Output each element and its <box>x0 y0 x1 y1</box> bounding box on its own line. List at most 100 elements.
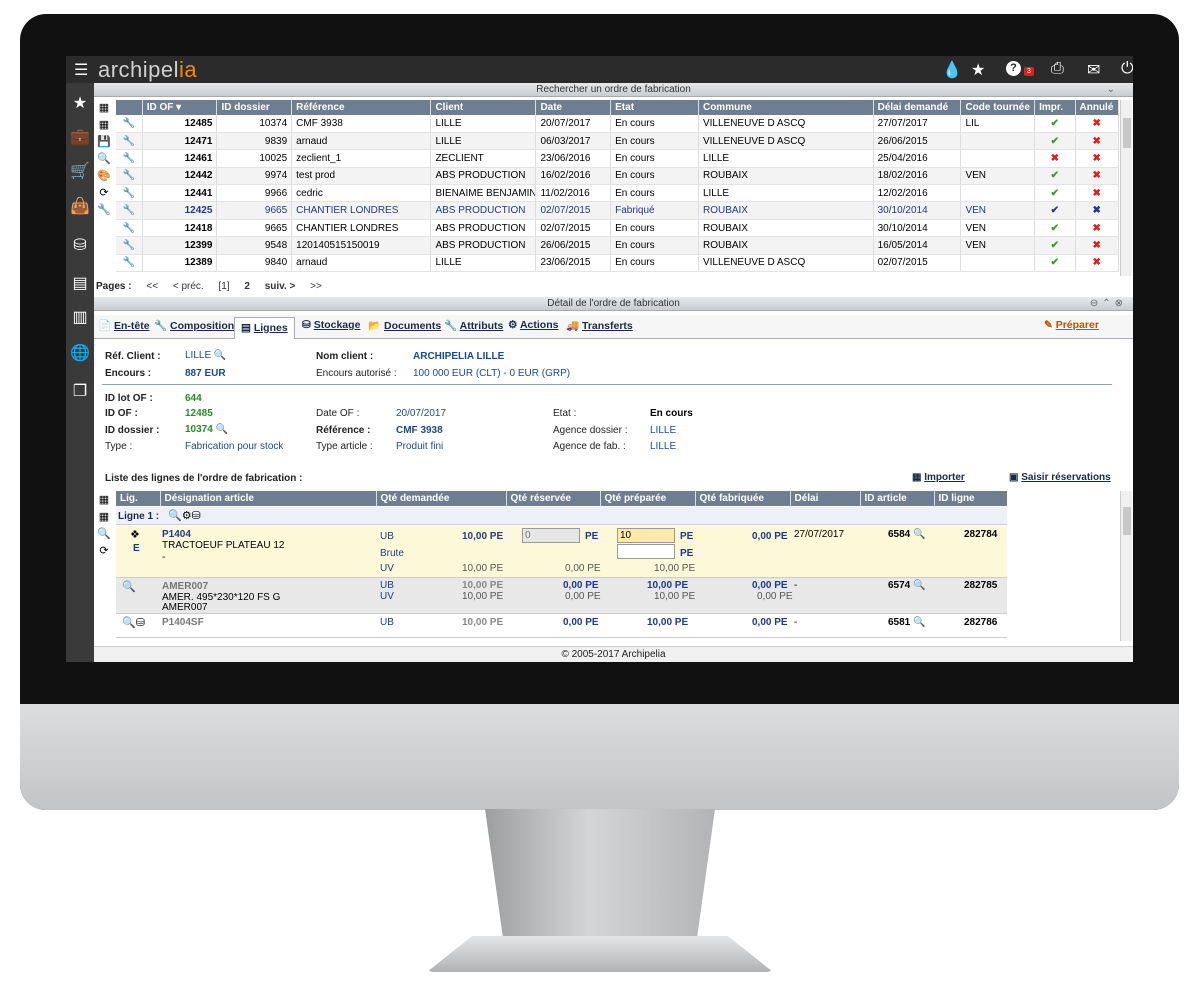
zoom-icon[interactable]: 🔍 <box>94 152 114 169</box>
refresh-icon[interactable]: ⟳ <box>94 544 114 561</box>
power-icon[interactable]: ⏻ <box>1121 60 1133 78</box>
refresh-icon[interactable]: ⟳ <box>94 186 114 203</box>
table-row[interactable]: 🔧 12461 10025 zeclient_1 ZECLIENT 23/06/2016 E… <box>116 149 1119 168</box>
pager-page-2[interactable]: 2 <box>244 281 250 292</box>
column-header[interactable]: Code tournée <box>960 100 1036 115</box>
menu-icon[interactable]: ☰ <box>74 60 88 80</box>
excel-icon[interactable]: ▦ <box>94 493 114 510</box>
drop-icon[interactable]: 💧 <box>942 60 962 80</box>
search-icon[interactable]: 🔍⛁ <box>122 616 145 629</box>
tab-lignes[interactable]: ▤ Lignes <box>234 317 295 339</box>
table-row[interactable]: 🔧 12425 9665 CHANTIER LONDRES ABS PRODUCTION… <box>116 201 1119 220</box>
column-header[interactable]: Date <box>535 100 612 115</box>
qty-prepared-input[interactable]: 10 <box>617 528 675 543</box>
column-header[interactable]: Etat <box>610 100 699 115</box>
column-header[interactable]: Qté préparée <box>600 491 696 506</box>
article-code[interactable]: AMER007 <box>162 581 208 592</box>
mail-icon[interactable]: ✉ <box>1087 60 1100 80</box>
tab-actions[interactable]: ⚙ Actions <box>508 319 558 331</box>
tab-composition[interactable]: 🔧 Composition <box>154 319 234 332</box>
edit-icon[interactable]: 🔧 <box>116 236 143 255</box>
search-icon[interactable]: 🔍 <box>122 580 136 593</box>
import-button[interactable]: ▦ Importer <box>912 472 965 483</box>
line-row-3[interactable]: 🔍⛁ P1404SF UB 10,00 PE 0,00 PE 10,00 PE … <box>116 614 1007 638</box>
column-header[interactable]: Désignation article <box>160 491 377 506</box>
excel-export-icon[interactable]: ▦ <box>94 510 114 527</box>
search-icon[interactable]: 🔍 <box>913 529 925 540</box>
cart-icon[interactable]: 🛒 <box>66 161 94 181</box>
lines-scrollbar[interactable] <box>1120 491 1132 641</box>
globe-icon[interactable]: 🌐 <box>66 343 94 363</box>
search-icon[interactable]: 🔍 <box>216 424 228 435</box>
column-header[interactable]: ID ligne <box>934 491 1007 506</box>
documents-icon[interactable]: ❐ <box>66 381 94 401</box>
table-row[interactable]: 🔧 12471 9839 arnaud LILLE 06/03/2017 En cours V… <box>116 132 1119 151</box>
star-icon[interactable]: ★ <box>971 60 985 80</box>
edit-icon[interactable]: 🔧 <box>116 132 143 151</box>
excel-export-icon[interactable]: ▦ <box>94 118 114 135</box>
column-header[interactable]: Annulé <box>1075 100 1119 115</box>
edit-icon[interactable]: 🔧 <box>116 219 143 238</box>
table-row[interactable]: 🔧 12441 9966 cedric BIENAIME BENJAMIN 11/02/2… <box>116 184 1119 203</box>
edit-icon[interactable]: 🔧 <box>116 167 143 186</box>
tool-icon[interactable]: 🔧 <box>94 203 114 220</box>
save-icon[interactable]: 💾 <box>94 135 114 152</box>
briefcase-icon[interactable]: 💼 <box>66 127 94 147</box>
column-header[interactable]: Référence <box>291 100 432 115</box>
table-row[interactable]: 🔧 12418 9665 CHANTIER LONDRES ABS PRODUCTION… <box>116 219 1119 238</box>
column-header[interactable]: ID article <box>860 491 935 506</box>
qty-prepared-brute-input[interactable] <box>617 544 675 559</box>
table-row[interactable]: 🔧 12399 9548 120140515150019 ABS PRODUCTION 2… <box>116 236 1119 255</box>
column-header[interactable]: Qté fabriquée <box>695 491 791 506</box>
line-row-2[interactable]: 🔍 AMER007 AMER. 495*230*120 FS G AMER007… <box>116 578 1007 614</box>
zoom-icon[interactable]: 🔍 <box>94 527 114 544</box>
search-scrollbar[interactable] <box>1120 100 1132 276</box>
tab-attributs[interactable]: 🔧 Attributs <box>444 319 503 332</box>
edit-icon[interactable]: 🔧 <box>116 149 143 168</box>
table-row[interactable]: 🔧 12389 9840 arnaud LILLE 23/06/2015 En cours V… <box>116 254 1119 273</box>
group-tools-icon[interactable]: 🔍⚙⛁ <box>168 509 201 522</box>
pager-first[interactable]: << <box>146 281 158 292</box>
column-header[interactable]: Qté demandée <box>376 491 507 506</box>
edit-icon[interactable]: 🔧 <box>116 201 143 220</box>
prepare-button[interactable]: ✎ Préparer <box>1044 319 1099 331</box>
help-icon[interactable]: ? <box>1006 61 1021 76</box>
article-code[interactable]: P1404 <box>162 529 191 540</box>
table-row[interactable]: 🔧 12485 10374 CMF 3938 LILLE 20/07/2017 En cou… <box>116 115 1119 133</box>
column-header[interactable]: Impr. <box>1034 100 1076 115</box>
edit-icon[interactable]: 🔧 <box>116 184 143 203</box>
line-row-1[interactable]: ❖ E P1404 TRACTOEUF PLATEAU 12 - UB Brut… <box>116 526 1007 578</box>
column-header[interactable]: Délai demandé <box>873 100 962 115</box>
database-icon[interactable]: ⛁ <box>66 235 94 255</box>
tab-transferts[interactable]: 🚚 Transferts <box>566 319 633 332</box>
article-code[interactable]: P1404SF <box>162 617 204 628</box>
collapse-icon[interactable]: ⌄ <box>1107 83 1115 97</box>
search-icon[interactable]: 🔍 <box>913 617 925 628</box>
excel-icon[interactable]: ▦ <box>94 101 114 118</box>
pager-next[interactable]: suiv. > <box>265 281 296 292</box>
favorites-icon[interactable]: ★ <box>66 93 94 113</box>
palette-icon[interactable]: 🎨 <box>94 169 114 186</box>
column-header[interactable]: Lig. <box>116 491 161 506</box>
contact-card-icon[interactable]: ▤ <box>66 273 94 293</box>
reservations-button[interactable]: ▣ Saisir réservations <box>1009 472 1111 483</box>
search-icon[interactable]: 🔍 <box>214 350 226 361</box>
column-header[interactable]: ID OF ▾ <box>142 100 218 115</box>
chart-icon[interactable]: ▥ <box>66 307 94 327</box>
qty-reserved-input[interactable]: 0 <box>522 528 580 543</box>
edit-icon[interactable]: 🔧 <box>116 115 143 133</box>
column-header[interactable]: ID dossier <box>216 100 293 115</box>
edit-icon[interactable]: 🔧 <box>116 254 143 273</box>
panel-controls-icon[interactable]: ⊖⌃⊗ <box>1090 297 1127 311</box>
bag-icon[interactable]: 👜 <box>66 196 94 216</box>
pager-last[interactable]: >> <box>310 281 322 292</box>
tab-en-tete[interactable]: 📄 En-tête <box>98 319 150 332</box>
column-header[interactable]: Délai <box>790 491 861 506</box>
column-header[interactable]: Client <box>430 100 537 115</box>
table-row[interactable]: 🔧 12442 9974 test prod ABS PRODUCTION 16/02/2… <box>116 167 1119 186</box>
column-header[interactable]: Qté réservée <box>506 491 601 506</box>
print-icon[interactable]: ⎙ <box>1051 60 1064 78</box>
tab-documents[interactable]: 📂 Documents <box>368 319 441 332</box>
search-icon[interactable]: 🔍 <box>913 580 925 591</box>
column-header[interactable]: Commune <box>698 100 874 115</box>
